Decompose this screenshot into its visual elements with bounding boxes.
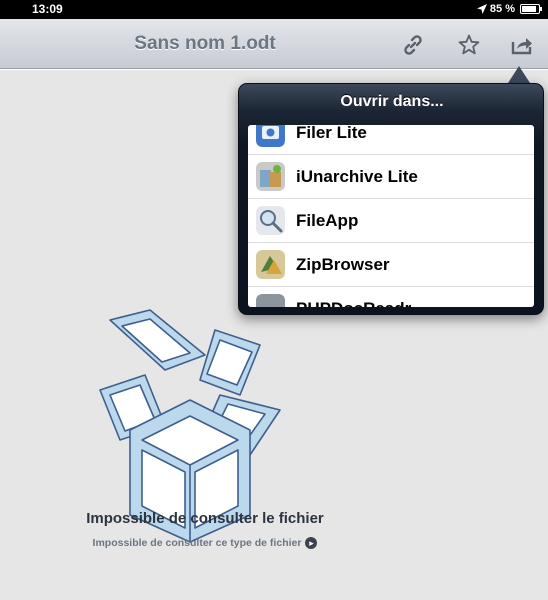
status-bar: 13:09 85 % (0, 0, 548, 19)
list-item-iunarchive-lite[interactable]: iUnarchive Lite (248, 155, 534, 199)
open-box-sketch (99, 309, 281, 543)
share-icon[interactable] (510, 33, 534, 57)
list-item-label: ZipBrowser (296, 254, 390, 274)
battery-icon (520, 4, 542, 14)
nav-bar: Sans nom 1.odt (0, 19, 548, 69)
pupdocreadr-app-icon (256, 294, 285, 307)
location-arrow-icon (476, 4, 487, 14)
zipbrowser-app-icon (256, 250, 285, 279)
status-right: 85 % (476, 3, 542, 15)
list-item-label: iUnarchive Lite (296, 166, 418, 186)
error-subtitle-link[interactable]: Impossible de consulter ce type de fichi… (0, 537, 410, 549)
filer-lite-app-icon (256, 125, 285, 147)
error-subtitle-text: Impossible de consulter ce type de fichi… (92, 537, 302, 549)
document-title: Sans nom 1.odt (134, 33, 276, 54)
link-icon[interactable] (401, 33, 425, 57)
status-time: 13:09 (32, 2, 63, 16)
arrow-right-circle-icon: ▸ (305, 537, 318, 549)
open-in-popover: Ouvrir dans... Filer Lite iUnarchive Lit… (238, 83, 544, 315)
popover-arrow (508, 66, 530, 83)
iunarchive-app-icon (256, 162, 285, 191)
fileapp-app-icon (256, 206, 285, 235)
app-list[interactable]: Filer Lite iUnarchive Lite FileApp ZipBr… (248, 125, 534, 307)
star-icon[interactable] (457, 33, 481, 57)
list-item-zipbrowser[interactable]: ZipBrowser (248, 243, 534, 287)
list-item-fileapp[interactable]: FileApp (248, 199, 534, 243)
popover-title: Ouvrir dans... (340, 93, 444, 110)
list-item-label: FileApp (296, 210, 359, 230)
list-item-filer-lite[interactable]: Filer Lite (248, 125, 534, 155)
list-item-label: PUPDocReadr (296, 299, 411, 308)
error-title: Impossible de consulter le fichier (86, 510, 324, 527)
list-item-label: Filer Lite (296, 125, 367, 142)
battery-percent: 85 % (489, 3, 515, 15)
list-item-pupdocreadr[interactable]: PUPDocReadr (248, 287, 534, 307)
